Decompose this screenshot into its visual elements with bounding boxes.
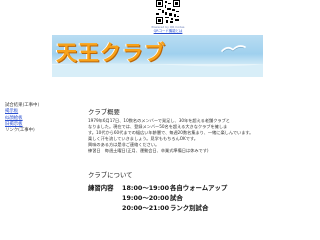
main-content: クラブ概要 1979年6月17日、10数名のメンバーで発足し、30年を超える老舗…	[88, 108, 313, 213]
about-heading: クラブについて	[88, 171, 133, 179]
schedule-time: 19:00～20:00	[122, 194, 170, 202]
site-title: 天王クラブ	[56, 41, 166, 65]
overview-text: 1979年6月17日、10数名のメンバーで発足し、30年を超える老舗クラブと な…	[88, 118, 313, 154]
qr-code-block: Powered by QR Codes QRコード機能とは	[148, 0, 188, 33]
sidebar-nav: 試合結果(工事中) 掲示板 似顔絵板 旧掲示板 リンク(工事中)	[5, 103, 49, 134]
schedule-table: 練習内容 18:00～19:00各自ウォームアップ 19:00～20:00試合 2…	[88, 183, 313, 213]
schedule-time: 18:00～19:00	[122, 184, 170, 192]
schedule-activity: 試合	[170, 194, 183, 202]
schedule-activity: ランク別試合	[170, 204, 209, 212]
sidebar-item-links: リンク(工事中)	[5, 128, 35, 134]
overview-heading: クラブ概要	[88, 108, 120, 116]
schedule-row: 20:00～21:00ランク別試合	[88, 203, 313, 213]
schedule-label: 練習内容	[88, 184, 114, 192]
schedule-activity: 各自ウォームアップ	[170, 184, 228, 192]
qr-code-image	[156, 0, 180, 24]
qr-code-icon	[156, 0, 180, 24]
schedule-row: 練習内容 18:00～19:00各自ウォームアップ	[88, 183, 313, 193]
qr-info-link[interactable]: QRコード機能とは	[148, 29, 188, 33]
schedule-row: 19:00～20:00試合	[88, 193, 313, 203]
club-banner: 天王クラブ	[52, 35, 263, 77]
schedule-time: 20:00～21:00	[122, 204, 170, 212]
